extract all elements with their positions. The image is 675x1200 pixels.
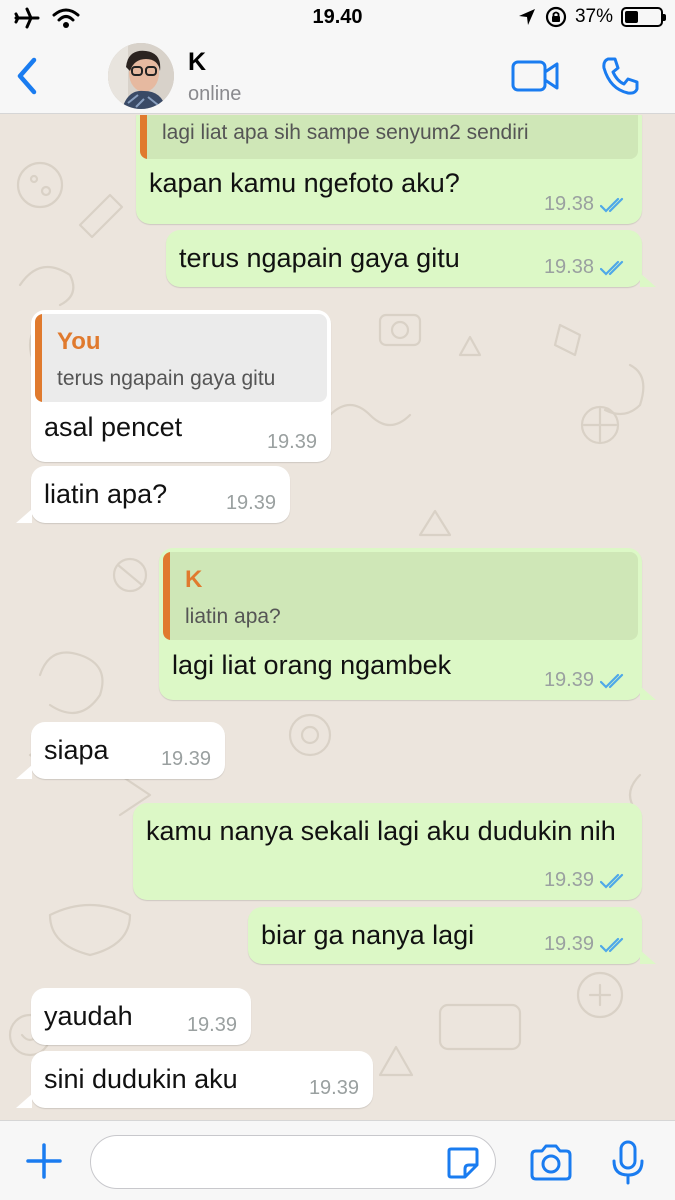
microphone-icon[interactable] xyxy=(608,1139,648,1185)
message-meta: 19.39 xyxy=(309,1077,359,1100)
message-text: siapa xyxy=(44,735,109,765)
message-meta: 19.39 xyxy=(226,492,276,515)
quoted-message[interactable]: lagi liat apa sih sampe senyum2 sendiri xyxy=(140,115,638,159)
read-receipt-icon xyxy=(600,197,624,213)
message-time: 19.39 xyxy=(543,869,594,891)
message-meta: 19.39 xyxy=(544,669,628,692)
camera-icon[interactable] xyxy=(528,1143,574,1183)
status-bar: 19.40 37% xyxy=(0,0,675,38)
message-text: kapan kamu ngefoto aku? xyxy=(149,168,460,198)
battery-level-fill xyxy=(625,11,638,23)
message-text: terus ngapain gaya gitu xyxy=(179,243,460,273)
message-bubble-outgoing[interactable]: kamu nanya sekali lagi aku dudukin nih 1… xyxy=(133,803,642,900)
quoted-message-text: terus ngapain gaya gitu xyxy=(57,367,276,390)
read-receipt-icon xyxy=(600,260,624,276)
message-text: sini dudukin aku xyxy=(44,1064,238,1094)
message-time: 19.39 xyxy=(160,748,211,770)
message-bubble-outgoing[interactable]: K liatin apa? lagi liat orang ngambek 19… xyxy=(159,548,642,700)
message-text: biar ga nanya lagi xyxy=(261,920,475,950)
avatar[interactable] xyxy=(108,43,174,109)
input-bar xyxy=(0,1120,675,1200)
quoted-message-text: liatin apa? xyxy=(185,605,281,628)
quoted-message-author: K xyxy=(185,566,203,593)
video-call-icon[interactable] xyxy=(510,58,560,94)
message-bubble-incoming[interactable]: siapa 19.39 xyxy=(31,722,225,779)
message-meta: 19.39 xyxy=(544,933,628,956)
read-receipt-icon xyxy=(600,873,624,889)
message-meta: 19.38 xyxy=(544,256,628,279)
message-bubble-incoming[interactable]: sini dudukin aku 19.39 xyxy=(31,1051,373,1108)
message-bubble-incoming[interactable]: liatin apa? 19.39 xyxy=(31,466,290,523)
location-icon xyxy=(518,9,535,25)
bubble-tail xyxy=(640,686,656,700)
phone-call-icon[interactable] xyxy=(600,56,640,96)
contact-status: online xyxy=(188,83,242,105)
quoted-message-author: You xyxy=(57,328,101,355)
bubble-tail xyxy=(16,765,32,779)
plus-icon[interactable] xyxy=(22,1139,66,1183)
message-time: 19.39 xyxy=(225,492,276,514)
bubble-tail xyxy=(16,1094,32,1108)
message-meta: 19.38 xyxy=(544,193,628,216)
message-time: 19.38 xyxy=(543,256,594,278)
chat-header: K online xyxy=(0,38,675,114)
message-meta: 19.39 xyxy=(187,1014,237,1037)
quoted-message-text: lagi liat apa sih sampe senyum2 sendiri xyxy=(162,121,529,144)
message-text: yaudah xyxy=(44,1001,133,1031)
message-time: 19.39 xyxy=(266,431,317,453)
message-input[interactable] xyxy=(90,1135,496,1189)
quoted-message[interactable]: You terus ngapain gaya gitu xyxy=(35,314,327,402)
message-bubble-incoming[interactable]: yaudah 19.39 xyxy=(31,988,251,1045)
message-text: lagi liat orang ngambek xyxy=(172,650,452,680)
message-bubble-outgoing[interactable]: terus ngapain gaya gitu 19.38 xyxy=(166,230,642,287)
message-meta: 19.39 xyxy=(161,748,211,771)
message-bubble-incoming[interactable]: You terus ngapain gaya gitu asal pencet … xyxy=(31,310,331,462)
chat-area[interactable]: lagi liat apa sih sampe senyum2 sendiri … xyxy=(0,115,675,1120)
message-text: asal pencet xyxy=(44,412,183,442)
bubble-tail xyxy=(640,950,656,964)
bubble-tail xyxy=(640,273,656,287)
message-bubble-outgoing[interactable]: biar ga nanya lagi 19.39 xyxy=(248,907,642,964)
message-time: 19.38 xyxy=(543,193,594,215)
message-time: 19.39 xyxy=(543,669,594,691)
contact-name[interactable]: K xyxy=(188,48,206,77)
quoted-message[interactable]: K liatin apa? xyxy=(163,552,638,640)
message-text: liatin apa? xyxy=(44,479,168,509)
battery-percent: 37% xyxy=(574,6,613,27)
rotation-lock-icon xyxy=(545,6,567,28)
message-time: 19.39 xyxy=(308,1077,359,1099)
message-text: kamu nanya sekali lagi aku dudukin nih xyxy=(146,816,616,846)
message-time: 19.39 xyxy=(543,933,594,955)
avatar-photo xyxy=(108,43,174,109)
read-receipt-icon xyxy=(600,937,624,953)
bubble-tail xyxy=(16,509,32,523)
message-bubble-outgoing[interactable]: lagi liat apa sih sampe senyum2 sendiri … xyxy=(136,115,642,224)
back-chevron-icon[interactable] xyxy=(12,56,42,96)
message-time: 19.39 xyxy=(186,1014,237,1036)
battery-icon xyxy=(621,7,666,27)
message-meta: 19.39 xyxy=(544,869,628,892)
sticker-icon[interactable] xyxy=(445,1145,481,1181)
message-meta: 19.39 xyxy=(267,431,317,454)
read-receipt-icon xyxy=(600,673,624,689)
